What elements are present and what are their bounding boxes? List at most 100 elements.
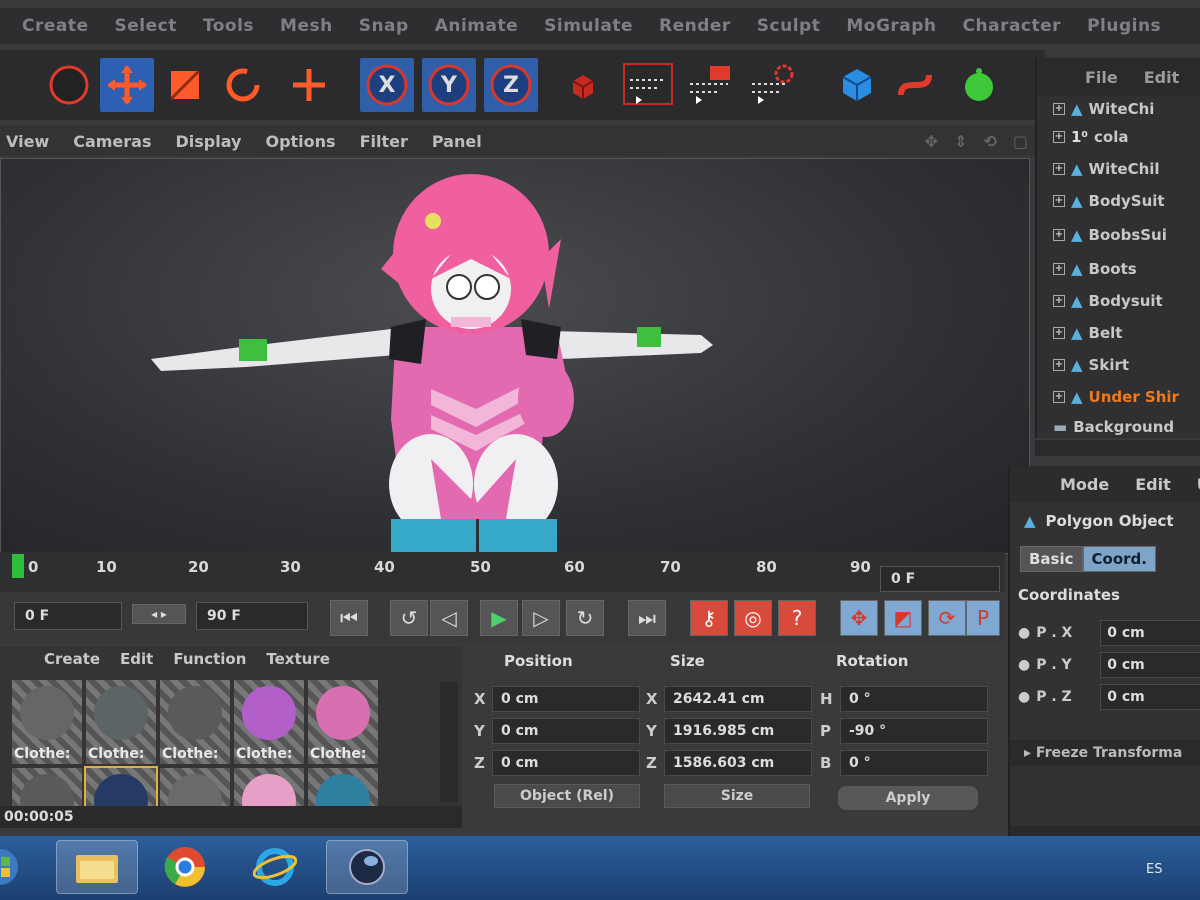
menu-mograph[interactable]: MoGraph: [846, 16, 936, 36]
material-swatch-selected[interactable]: [84, 766, 158, 828]
material-swatch[interactable]: [234, 768, 304, 828]
material-menu-texture[interactable]: Texture: [266, 650, 330, 668]
material-menu-function[interactable]: Function: [173, 650, 246, 668]
rotate-tool-icon[interactable]: [216, 58, 270, 112]
material-menu-edit[interactable]: Edit: [120, 650, 153, 668]
object-row[interactable]: + ▲ Belt: [1053, 320, 1122, 346]
object-row[interactable]: + ▲ Skirt: [1053, 352, 1129, 378]
chrome-icon[interactable]: [144, 840, 226, 894]
material-swatch[interactable]: [12, 768, 82, 828]
pan-icon[interactable]: ✥: [925, 132, 938, 151]
px-field[interactable]: 0 cm: [1100, 620, 1200, 646]
coordinate-mode-dropdown[interactable]: Object (Rel): [494, 784, 640, 808]
viewport-menu-filter[interactable]: Filter: [360, 132, 408, 151]
attribute-menu-edit[interactable]: Edit: [1135, 475, 1171, 494]
position-x-field[interactable]: 0 cm: [492, 686, 640, 712]
menu-snap[interactable]: Snap: [359, 16, 409, 36]
menu-select[interactable]: Select: [115, 16, 177, 36]
expand-icon[interactable]: +: [1053, 163, 1065, 175]
material-swatch[interactable]: Clothe:: [12, 680, 82, 764]
expand-icon[interactable]: +: [1053, 295, 1065, 307]
viewport-menu-cameras[interactable]: Cameras: [73, 132, 151, 151]
scale-tool-icon[interactable]: [158, 58, 212, 112]
object-scrollbar[interactable]: [1035, 440, 1200, 456]
range-stepper[interactable]: ◂ ▸: [132, 604, 186, 624]
keyframe-dot-icon[interactable]: ●: [1018, 657, 1030, 673]
object-row[interactable]: + ▲ Bodysuit: [1053, 288, 1163, 314]
maximize-icon[interactable]: ▢: [1013, 132, 1028, 151]
viewport-menu-display[interactable]: Display: [176, 132, 242, 151]
autokey-icon[interactable]: ◎: [734, 600, 772, 636]
expand-icon[interactable]: +: [1053, 195, 1065, 207]
rotation-p-field[interactable]: -90 °: [840, 718, 988, 744]
record-parameter-icon[interactable]: P: [966, 600, 1000, 636]
rotation-h-field[interactable]: 0 °: [840, 686, 988, 712]
material-swatch[interactable]: Clothe:: [234, 680, 304, 764]
y-axis-lock-icon[interactable]: Y: [422, 58, 476, 112]
cinema4d-task-icon[interactable]: [326, 840, 408, 894]
expand-icon[interactable]: +: [1053, 327, 1065, 339]
position-z-field[interactable]: 0 cm: [492, 750, 640, 776]
py-field[interactable]: 0 cm: [1100, 652, 1200, 678]
pz-field[interactable]: 0 cm: [1100, 684, 1200, 710]
previous-key-icon[interactable]: ↺: [390, 600, 428, 636]
material-swatch[interactable]: [160, 768, 230, 828]
z-axis-lock-icon[interactable]: Z: [484, 58, 538, 112]
nurbs-icon[interactable]: [952, 58, 1006, 112]
render-settings-icon[interactable]: [746, 58, 800, 112]
material-swatch[interactable]: Clothe:: [160, 680, 230, 764]
freeze-transformation-group[interactable]: ▸ Freeze Transforma: [1010, 740, 1200, 766]
object-row-selected[interactable]: + ▲ Under Shir: [1053, 384, 1179, 410]
object-row[interactable]: + ▲ Boots: [1053, 256, 1137, 282]
expand-icon[interactable]: +: [1053, 131, 1065, 143]
object-row[interactable]: +1⁰ cola: [1053, 124, 1128, 150]
language-indicator[interactable]: ES: [1146, 862, 1162, 877]
menu-plugins[interactable]: Plugins: [1087, 16, 1161, 36]
size-x-field[interactable]: 2642.41 cm: [664, 686, 812, 712]
menu-simulate[interactable]: Simulate: [544, 16, 633, 36]
viewport-menu-view[interactable]: View: [6, 132, 49, 151]
menu-sculpt[interactable]: Sculpt: [757, 16, 821, 36]
current-frame-field[interactable]: 0 F: [880, 566, 1000, 592]
expand-icon[interactable]: +: [1053, 359, 1065, 371]
object-row[interactable]: + ▲ BoobsSui: [1053, 222, 1167, 248]
expand-icon[interactable]: +: [1053, 229, 1065, 241]
material-scrollbar[interactable]: [440, 682, 458, 802]
material-swatch[interactable]: [308, 768, 378, 828]
material-swatch[interactable]: Clothe:: [308, 680, 378, 764]
object-menu-file[interactable]: File: [1085, 68, 1118, 87]
menu-create[interactable]: Create: [22, 16, 89, 36]
viewport-menu-options[interactable]: Options: [265, 132, 335, 151]
menu-animate[interactable]: Animate: [435, 16, 518, 36]
move-tool-icon[interactable]: [100, 58, 154, 112]
start-button[interactable]: [0, 840, 30, 894]
add-tool-icon[interactable]: [282, 58, 336, 112]
x-axis-lock-icon[interactable]: X: [360, 58, 414, 112]
object-row[interactable]: ▬ Background: [1053, 414, 1174, 440]
material-swatch[interactable]: Clothe:: [86, 680, 156, 764]
explorer-icon[interactable]: [56, 840, 138, 894]
object-menu-edit[interactable]: Edit: [1144, 68, 1180, 87]
render-view-icon[interactable]: [684, 58, 738, 112]
tab-basic[interactable]: Basic: [1020, 546, 1083, 572]
menu-tools[interactable]: Tools: [203, 16, 254, 36]
menu-render[interactable]: Render: [659, 16, 731, 36]
object-row[interactable]: + ▲ WiteChil: [1053, 156, 1160, 182]
keyframe-selection-icon[interactable]: ?: [778, 600, 816, 636]
render-region-icon[interactable]: [622, 58, 676, 112]
record-position-icon[interactable]: ✥: [840, 600, 878, 636]
expand-icon[interactable]: +: [1053, 263, 1065, 275]
playhead-handle[interactable]: [12, 554, 24, 578]
orbit-icon[interactable]: ⟲: [983, 132, 996, 151]
size-z-field[interactable]: 1586.603 cm: [664, 750, 812, 776]
size-y-field[interactable]: 1916.985 cm: [664, 718, 812, 744]
zoom-icon[interactable]: ⇕: [954, 132, 967, 151]
coordinate-system-icon[interactable]: [556, 58, 610, 112]
record-scale-icon[interactable]: ◩: [884, 600, 922, 636]
menu-mesh[interactable]: Mesh: [280, 16, 333, 36]
object-row[interactable]: + ▲ WiteChi: [1053, 96, 1154, 122]
cube-primitive-icon[interactable]: [830, 58, 884, 112]
next-frame-icon[interactable]: ▷: [522, 600, 560, 636]
go-to-start-icon[interactable]: ⏮: [330, 600, 368, 636]
timeline-ruler[interactable]: 0 10 20 30 40 50 60 70 80 90: [0, 552, 1005, 592]
